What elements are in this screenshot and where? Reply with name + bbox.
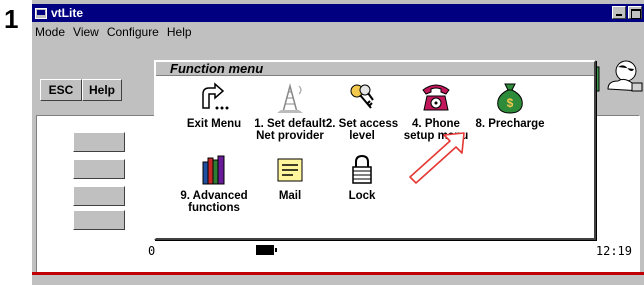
menu-item-advanced-functions[interactable]: 9. Advanced functions bbox=[174, 152, 254, 214]
side-button-4[interactable] bbox=[73, 210, 125, 230]
title-bar: vtLite bbox=[32, 4, 644, 22]
menu-item-label: 8. Precharge bbox=[475, 118, 545, 130]
function-menu: Function menu Exit Menu 1. Set default Ne… bbox=[154, 60, 596, 240]
menu-item-label: 2. Set access bbox=[325, 118, 399, 130]
telephone-icon bbox=[422, 84, 450, 111]
status-clock: 12:19 bbox=[595, 244, 632, 258]
side-button-3[interactable] bbox=[73, 186, 125, 206]
esc-button[interactable]: ESC bbox=[40, 79, 82, 101]
step-number: 1 bbox=[4, 4, 19, 34]
status-counter: 0 bbox=[148, 244, 156, 258]
window-title: vtLite bbox=[51, 6, 84, 20]
books-icon bbox=[202, 155, 225, 185]
menu-item-sublabel: level bbox=[349, 130, 375, 142]
menu-configure[interactable]: Configure bbox=[103, 25, 163, 39]
menu-item-label: 9. Advanced bbox=[180, 190, 248, 202]
menu-item-mail[interactable]: Mail bbox=[250, 152, 330, 202]
minimize-button[interactable] bbox=[612, 6, 626, 19]
menu-item-exit[interactable]: Exit Menu bbox=[174, 80, 254, 130]
menu-item-sublabel: Net provider bbox=[256, 130, 324, 142]
app-window-icon bbox=[35, 7, 47, 19]
padlock-icon bbox=[352, 154, 372, 184]
menu-bar: Mode View Configure Help bbox=[32, 22, 644, 41]
side-button-1[interactable] bbox=[73, 132, 125, 152]
app-window: vtLite Mode View Configure Help ESC Help bbox=[32, 0, 644, 285]
menu-item-set-default-net-provider[interactable]: 1. Set default Net provider bbox=[250, 80, 330, 142]
menu-help[interactable]: Help bbox=[163, 25, 196, 39]
function-menu-titlebar: Function menu bbox=[156, 61, 594, 76]
status-bar: 0 12:19 bbox=[36, 240, 640, 262]
mail-icon bbox=[277, 158, 303, 182]
battery-icon bbox=[256, 245, 277, 255]
menu-item-label: Mail bbox=[278, 190, 302, 202]
bottom-divider bbox=[32, 272, 644, 275]
menu-mode[interactable]: Mode bbox=[32, 25, 69, 39]
money-bag-icon: $ bbox=[497, 83, 523, 114]
svg-text:$: $ bbox=[507, 96, 514, 110]
menu-item-label: Lock bbox=[348, 190, 376, 202]
side-button-2[interactable] bbox=[73, 159, 125, 179]
menu-item-label: 1. Set default bbox=[254, 118, 326, 130]
menu-item-precharge[interactable]: $ 8. Precharge bbox=[470, 80, 550, 130]
menu-item-lock[interactable]: Lock bbox=[322, 152, 402, 202]
keys-icon bbox=[350, 84, 374, 109]
exit-arrow-icon bbox=[202, 82, 229, 110]
maximize-button[interactable] bbox=[628, 6, 642, 19]
function-menu-title: Function menu bbox=[170, 61, 264, 76]
menu-item-label: Exit Menu bbox=[186, 118, 242, 130]
menu-item-set-access-level[interactable]: 2. Set access level bbox=[322, 80, 402, 142]
globe-computer-icon[interactable] bbox=[606, 59, 644, 95]
menu-item-sublabel: functions bbox=[188, 202, 240, 214]
menu-view[interactable]: View bbox=[69, 25, 103, 39]
antenna-tower-icon bbox=[277, 83, 303, 113]
pointer-arrow-icon bbox=[409, 132, 465, 184]
help-button[interactable]: Help bbox=[82, 79, 122, 101]
